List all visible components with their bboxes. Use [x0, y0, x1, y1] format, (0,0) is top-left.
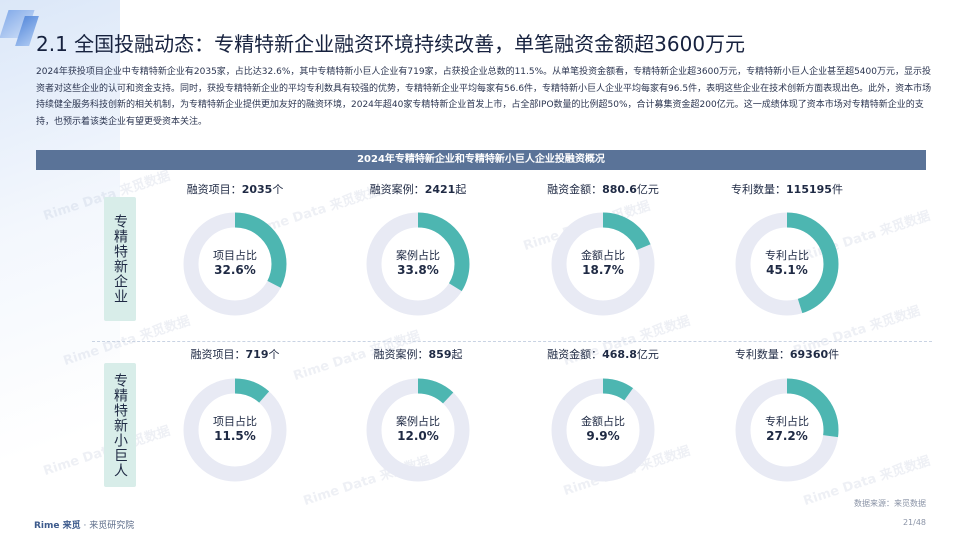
donut-center-title: 金额占比: [581, 249, 625, 262]
panel-header: 2024年专精特新企业和专精特新小巨人企业投融资概况: [36, 150, 926, 170]
row-divider: [92, 341, 932, 342]
donut-center-percent: 32.6%: [214, 263, 256, 277]
donut-center-label: 金额占比 18.7%: [551, 249, 655, 278]
row-label-text: 专精特新企业: [112, 214, 128, 304]
footer-brand: Rime 来觅: [34, 521, 81, 531]
donut-center-label: 项目占比 11.5%: [183, 415, 287, 444]
metric-unit: 亿元: [636, 183, 659, 196]
metric-label: 融资案例：2421起: [370, 181, 467, 197]
metric-value: 880.6: [602, 183, 637, 196]
donut-center-label: 案例占比 33.8%: [366, 249, 470, 278]
donut-center-percent: 9.9%: [586, 429, 620, 443]
donut-center-title: 专利占比: [765, 249, 809, 262]
page-number: 21/48: [902, 518, 926, 527]
metric-label: 专利数量：115195件: [731, 181, 843, 197]
donut-center-percent: 11.5%: [214, 429, 256, 443]
metric-value: 468.8: [602, 348, 637, 361]
donut-center-label: 专利占比 27.2%: [735, 415, 839, 444]
metric-label: 融资金额：468.8亿元: [547, 346, 659, 362]
metric-name: 融资项目：: [190, 348, 246, 361]
donut-center-title: 案例占比: [396, 415, 440, 428]
donut-center-label: 金额占比 9.9%: [551, 415, 655, 444]
metric-value: 2421: [424, 183, 456, 196]
donut-center-label: 项目占比 32.6%: [183, 249, 287, 278]
metric-label: 融资项目：719个: [191, 346, 280, 362]
donut-center-label: 案例占比 12.0%: [366, 415, 470, 444]
metric-unit: 件: [831, 183, 843, 196]
row-label-group-2: 专精特新小巨人: [104, 363, 136, 487]
donut-center-label: 专利占比 45.1%: [735, 249, 839, 278]
metric-value: 859: [428, 348, 452, 361]
metric-name: 融资案例：: [369, 183, 425, 196]
donut-center-percent: 12.0%: [397, 429, 439, 443]
metric-label: 融资金额：880.6亿元: [547, 181, 659, 197]
donut-center-title: 项目占比: [213, 249, 257, 262]
donut-center-title: 专利占比: [765, 415, 809, 428]
intro-paragraph: 2024年获投项目企业中专精特新企业有2035家，占比达32.6%，其中专精特新…: [36, 67, 932, 127]
metric-name: 专利数量：: [734, 348, 790, 361]
donut-center-title: 案例占比: [396, 249, 440, 262]
footer-org: · 来觅研究院: [80, 521, 135, 531]
donut-center-percent: 45.1%: [766, 263, 808, 277]
metric-label: 融资项目：2035个: [187, 181, 284, 197]
metric-label: 专利数量：69360件: [735, 346, 839, 362]
page-title: 2.1 全国投融动态：专精特新企业融资环境持续改善，单笔融资金额超3600万元: [36, 32, 746, 56]
metric-unit: 个: [268, 348, 280, 361]
metric-name: 融资项目：: [186, 183, 242, 196]
metric-unit: 起: [451, 348, 463, 361]
metric-value: 2035: [241, 183, 273, 196]
metric-value: 69360: [789, 348, 829, 361]
donut-center-percent: 18.7%: [582, 263, 624, 277]
metric-value: 719: [245, 348, 269, 361]
donut-center-title: 金额占比: [581, 415, 625, 428]
metric-unit: 个: [272, 183, 284, 196]
data-source: 数据来源：来觅数据: [854, 499, 926, 508]
metric-value: 115195: [786, 183, 832, 196]
metric-unit: 起: [455, 183, 467, 196]
row-label-text: 专精特新小巨人: [112, 372, 128, 478]
footer-logo: Rime 来觅 · 来觅研究院: [34, 518, 134, 531]
metric-unit: 亿元: [636, 348, 659, 361]
row-label-group-1: 专精特新企业: [104, 197, 136, 321]
metric-name: 融资金额：: [547, 348, 603, 361]
donut-center-title: 项目占比: [213, 415, 257, 428]
donut-center-percent: 33.8%: [397, 263, 439, 277]
metric-unit: 件: [828, 348, 840, 361]
donut-center-percent: 27.2%: [766, 429, 808, 443]
metric-label: 融资案例：859起: [374, 346, 463, 362]
metric-name: 融资金额：: [547, 183, 603, 196]
metric-name: 专利数量：: [731, 183, 787, 196]
metric-name: 融资案例：: [373, 348, 429, 361]
